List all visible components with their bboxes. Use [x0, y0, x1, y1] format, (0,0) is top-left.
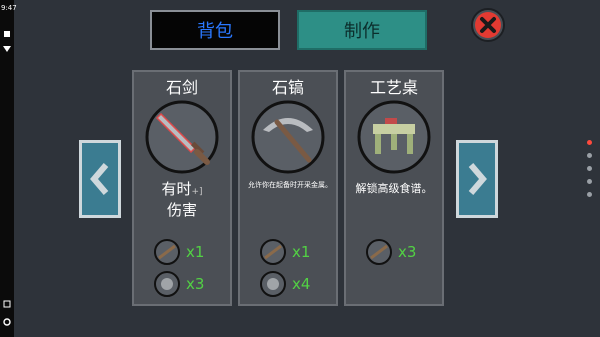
- recipe-card-stone-sword[interactable]: 石剑 有时+] 伤害 x1 x3: [132, 70, 232, 306]
- status-bar: 9:47: [0, 0, 17, 337]
- recipe-desc-line2: 伤害: [166, 201, 197, 219]
- status-time: 9:47: [1, 4, 17, 12]
- material-quantity: x4: [292, 275, 311, 293]
- material-quantity: x1: [292, 243, 311, 261]
- stick-icon: [154, 239, 180, 265]
- material-row: x1: [260, 238, 310, 266]
- page-dot[interactable]: [587, 166, 592, 171]
- tab-backpack[interactable]: 背包: [150, 10, 280, 50]
- stone-pickaxe-icon: [251, 100, 325, 174]
- page-indicator: [587, 140, 595, 205]
- crafting-table-icon: [357, 100, 431, 174]
- signal-icon: [3, 46, 11, 52]
- stone-sword-icon: [145, 100, 219, 174]
- material-row: x4: [260, 270, 310, 298]
- notification-icon: [3, 300, 11, 308]
- chevron-left-icon: [90, 163, 109, 195]
- settings-icon: [3, 318, 11, 326]
- chevron-right-icon: [468, 163, 487, 195]
- recipe-name: 工艺桌: [369, 78, 418, 97]
- battery-icon: [4, 31, 10, 37]
- stone-icon: [154, 271, 180, 297]
- previous-page-button[interactable]: [79, 140, 121, 218]
- recipe-description: 允许你在起备时开采金属。: [248, 181, 332, 189]
- page-dot[interactable]: [587, 153, 592, 158]
- material-quantity: x3: [186, 275, 205, 293]
- recipe-card-crafting-table[interactable]: 工艺桌 解锁高级食谱。 x3: [344, 70, 444, 306]
- material-quantity: x3: [398, 243, 417, 261]
- stick-icon: [260, 239, 286, 265]
- close-button[interactable]: [471, 8, 505, 42]
- material-row: x1: [154, 238, 204, 266]
- page-dot-active[interactable]: [587, 140, 592, 145]
- next-page-button[interactable]: [456, 140, 498, 218]
- stone-icon: [260, 271, 286, 297]
- page-dot[interactable]: [587, 192, 592, 197]
- close-icon: [475, 12, 501, 38]
- stick-icon: [366, 239, 392, 265]
- recipe-name: 石镐: [271, 78, 304, 97]
- page-dot[interactable]: [587, 179, 592, 184]
- material-row: x3: [154, 270, 204, 298]
- recipe-name: 石剑: [165, 78, 198, 97]
- recipe-description: 解锁高级食谱。: [355, 182, 433, 195]
- recipe-card-stone-pickaxe[interactable]: 石镐 允许你在起备时开采金属。 x1 x4: [238, 70, 338, 306]
- recipe-description: 有时+] 伤害: [134, 180, 230, 219]
- recipe-desc-line1: 有时: [161, 180, 192, 198]
- recipe-desc-sup: +]: [191, 187, 203, 197]
- material-quantity: x1: [186, 243, 205, 261]
- material-row: x3: [366, 238, 416, 266]
- tab-craft[interactable]: 制作: [297, 10, 427, 50]
